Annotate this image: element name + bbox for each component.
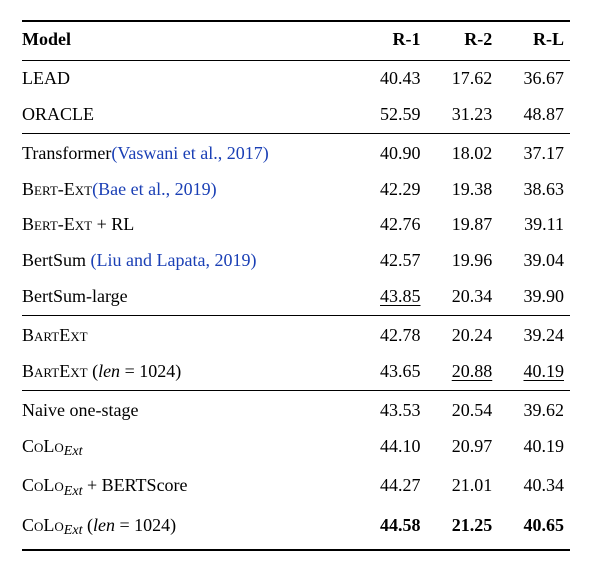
cell-rl: 40.34: [498, 468, 570, 507]
table-row: CoLoExt + BERTScore44.2721.0140.34: [22, 468, 570, 507]
cell-r1: 44.27: [355, 468, 427, 507]
col-r1: R-1: [355, 21, 427, 60]
cell-model: CoLoExt (len = 1024): [22, 508, 355, 550]
cell-r1: 43.65: [355, 354, 427, 390]
cell-rl: 39.04: [498, 243, 570, 279]
citation: (Liu and Lapata, 2019): [91, 250, 257, 270]
table-row: BartExt42.7820.2439.24: [22, 316, 570, 354]
results-table: Model R-1 R-2 R-L LEAD40.4317.6236.67ORA…: [22, 20, 570, 551]
cell-rl: 39.11: [498, 207, 570, 243]
cell-r1: 42.29: [355, 172, 427, 208]
table-row: Bert-Ext + RL42.7619.8739.11: [22, 207, 570, 243]
cell-model: Bert-Ext(Bae et al., 2019): [22, 172, 355, 208]
table-row: CoLoExt44.1020.9740.19: [22, 429, 570, 468]
cell-rl: 37.17: [498, 133, 570, 171]
col-r2: R-2: [427, 21, 499, 60]
table-row: LEAD40.4317.6236.67: [22, 60, 570, 96]
cell-model: LEAD: [22, 60, 355, 96]
table-row: ORACLE52.5931.2348.87: [22, 97, 570, 133]
cell-r2: 19.96: [427, 243, 499, 279]
cell-model: BartExt: [22, 316, 355, 354]
cell-r2: 21.25: [427, 508, 499, 550]
cell-r2: 20.97: [427, 429, 499, 468]
table-row: Bert-Ext(Bae et al., 2019)42.2919.3838.6…: [22, 172, 570, 208]
col-model: Model: [22, 21, 355, 60]
citation: (Bae et al., 2019): [92, 179, 216, 199]
cell-r2: 20.24: [427, 316, 499, 354]
cell-model: CoLoExt + BERTScore: [22, 468, 355, 507]
cell-r2: 19.87: [427, 207, 499, 243]
cell-r1: 44.58: [355, 508, 427, 550]
table-row: Naive one-stage43.5320.5439.62: [22, 390, 570, 428]
table-row: BertSum-large43.8520.3439.90: [22, 279, 570, 315]
cell-r2: 19.38: [427, 172, 499, 208]
cell-r2: 21.01: [427, 468, 499, 507]
cell-r2: 20.54: [427, 390, 499, 428]
citation: (Vaswani et al., 2017): [111, 143, 268, 163]
cell-rl: 39.90: [498, 279, 570, 315]
table-row: CoLoExt (len = 1024)44.5821.2540.65: [22, 508, 570, 550]
cell-rl: 38.63: [498, 172, 570, 208]
cell-rl: 39.24: [498, 316, 570, 354]
cell-model: BartExt (len = 1024): [22, 354, 355, 390]
table-header-row: Model R-1 R-2 R-L: [22, 21, 570, 60]
cell-r1: 44.10: [355, 429, 427, 468]
table-row: BartExt (len = 1024)43.6520.8840.19: [22, 354, 570, 390]
cell-r2: 20.34: [427, 279, 499, 315]
cell-rl: 36.67: [498, 60, 570, 96]
cell-model: ORACLE: [22, 97, 355, 133]
table-row: Transformer(Vaswani et al., 2017)40.9018…: [22, 133, 570, 171]
cell-model: Naive one-stage: [22, 390, 355, 428]
cell-r2: 20.88: [427, 354, 499, 390]
cell-model: BertSum-large: [22, 279, 355, 315]
cell-rl: 48.87: [498, 97, 570, 133]
cell-r1: 42.57: [355, 243, 427, 279]
cell-r1: 43.53: [355, 390, 427, 428]
cell-r1: 40.43: [355, 60, 427, 96]
cell-r2: 31.23: [427, 97, 499, 133]
cell-model: Bert-Ext + RL: [22, 207, 355, 243]
cell-model: BertSum (Liu and Lapata, 2019): [22, 243, 355, 279]
cell-model: CoLoExt: [22, 429, 355, 468]
cell-r1: 40.90: [355, 133, 427, 171]
table-row: BertSum (Liu and Lapata, 2019)42.5719.96…: [22, 243, 570, 279]
cell-r1: 42.78: [355, 316, 427, 354]
cell-r1: 52.59: [355, 97, 427, 133]
cell-rl: 40.19: [498, 354, 570, 390]
cell-r1: 42.76: [355, 207, 427, 243]
cell-r1: 43.85: [355, 279, 427, 315]
cell-rl: 39.62: [498, 390, 570, 428]
col-rl: R-L: [498, 21, 570, 60]
cell-rl: 40.19: [498, 429, 570, 468]
cell-r2: 17.62: [427, 60, 499, 96]
cell-model: Transformer(Vaswani et al., 2017): [22, 133, 355, 171]
cell-r2: 18.02: [427, 133, 499, 171]
cell-rl: 40.65: [498, 508, 570, 550]
